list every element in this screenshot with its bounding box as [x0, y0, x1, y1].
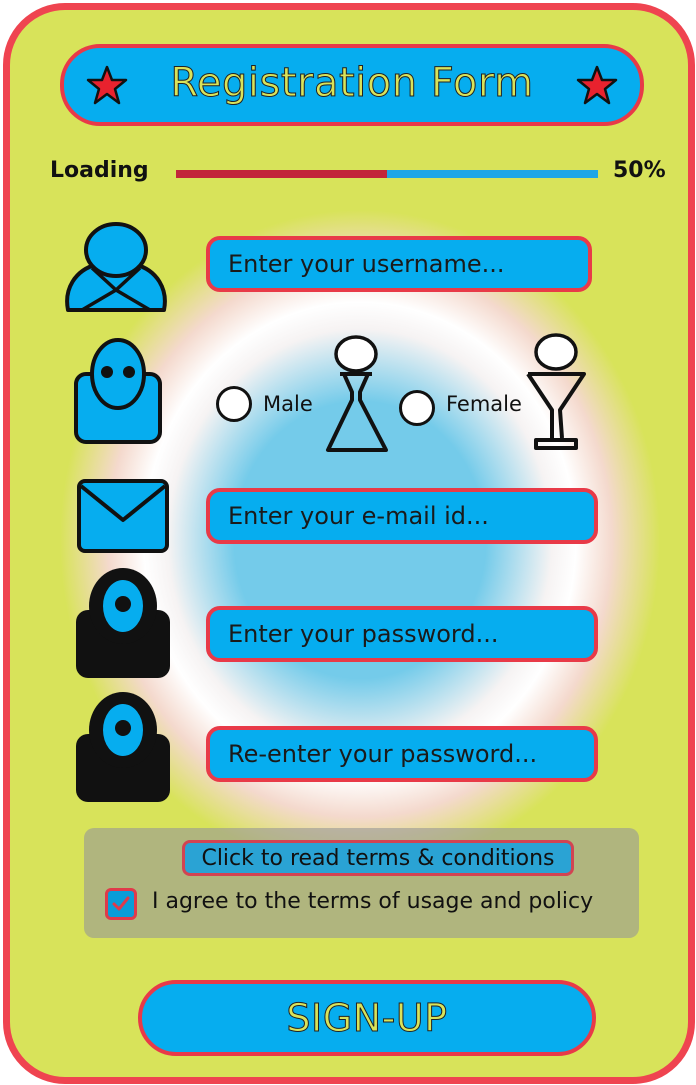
checkmark-icon [112, 896, 130, 911]
username-input[interactable] [226, 249, 588, 279]
male-figure-icon [326, 335, 388, 452]
signup-button[interactable]: SIGN-UP [138, 980, 596, 1056]
loading-percent: 50% [613, 158, 666, 183]
username-field[interactable] [206, 236, 592, 292]
confirm-password-field[interactable] [206, 726, 598, 782]
lock-icon [76, 568, 170, 678]
loading-label: Loading [50, 158, 149, 183]
agree-checkbox[interactable] [105, 888, 137, 920]
female-radio[interactable] [399, 390, 435, 426]
signup-label: SIGN-UP [286, 996, 448, 1041]
female-radio-label: Female [446, 392, 522, 416]
user-icon [65, 222, 167, 312]
female-figure-icon [526, 333, 586, 450]
loading-progress-bar [176, 170, 598, 178]
page-title: Registration Form [170, 60, 534, 107]
terms-panel: Click to read terms & conditions I agree… [84, 828, 639, 938]
male-radio[interactable] [216, 386, 252, 422]
gender-icon [74, 338, 162, 444]
loading-progress-fill [176, 170, 387, 178]
email-field[interactable] [206, 488, 598, 544]
confirm-password-input[interactable] [226, 739, 594, 769]
agree-label: I agree to the terms of usage and policy [152, 889, 594, 914]
male-radio-label: Male [263, 392, 313, 416]
password-input[interactable] [226, 619, 594, 649]
email-input[interactable] [226, 501, 594, 531]
title-bar: Registration Form [60, 44, 644, 126]
star-icon [576, 65, 618, 105]
registration-card: Registration Form Loading 50% Male Femal… [3, 3, 695, 1084]
terms-link-button[interactable]: Click to read terms & conditions [182, 840, 574, 876]
lock-icon [76, 692, 170, 802]
mail-icon [77, 479, 169, 553]
password-field[interactable] [206, 606, 598, 662]
